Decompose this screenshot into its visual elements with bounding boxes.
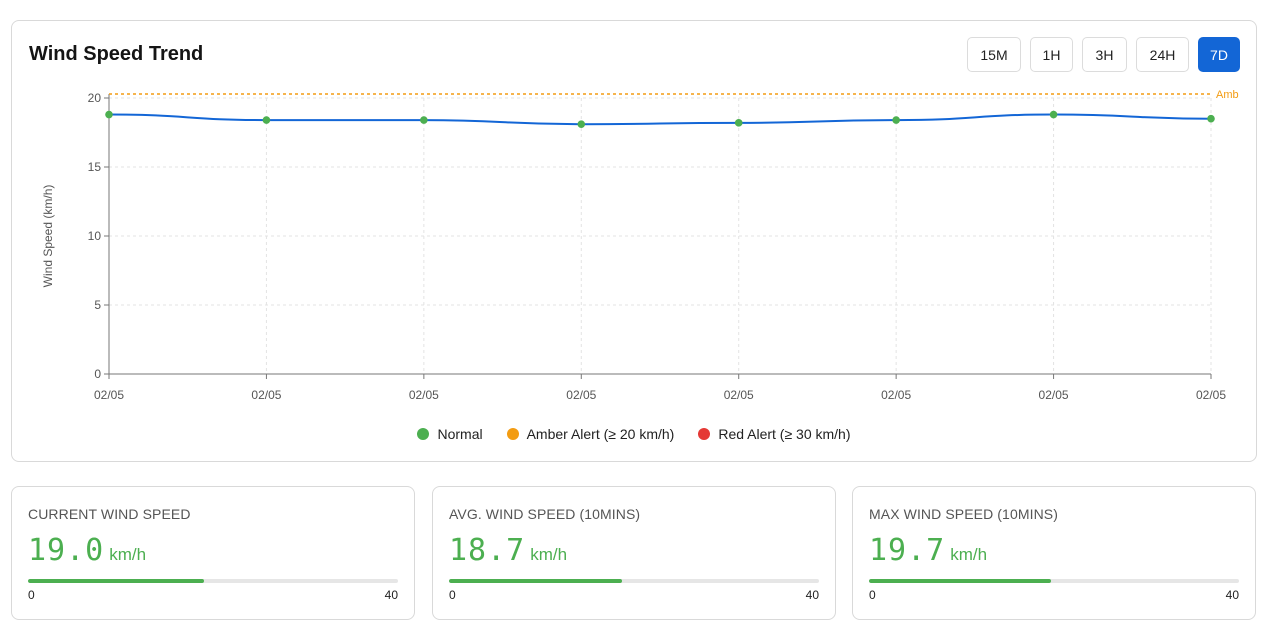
line-chart: 0 5 10 15 20 02/05 02/05 02/05 02/05 02/05 02/05 02… [41, 89, 1239, 402]
y-tick-label: 0 [94, 367, 101, 381]
legend-item-normal[interactable]: Normal [417, 426, 483, 442]
legend-label: Normal [437, 426, 483, 442]
wind-speed-trend-card: Wind Speed Trend 15M 1H 3H 24H 7D 0 5 10 15… [11, 20, 1257, 462]
range-min: 0 [28, 588, 35, 602]
red-dot-icon [698, 428, 711, 440]
range-min: 0 [869, 588, 876, 602]
progress-fill [449, 579, 622, 583]
y-tick-label: 5 [94, 298, 101, 312]
data-point [262, 116, 271, 124]
x-tick-label: 02/05 [1039, 388, 1069, 402]
data-point [577, 120, 586, 129]
x-tick-label: 02/05 [566, 388, 596, 402]
x-tick-label: 02/05 [409, 388, 439, 402]
stat-unit: km/h [950, 545, 988, 564]
range-min: 0 [449, 588, 456, 602]
normal-dot-icon [417, 428, 430, 440]
data-point [420, 116, 428, 124]
amber-dot-icon [506, 428, 519, 440]
stat-value: 19.7 [869, 533, 946, 568]
progress-track [869, 579, 1239, 583]
data-point [892, 116, 900, 124]
range-max: 40 [384, 588, 398, 602]
x-tick-label: 02/05 [1196, 388, 1226, 402]
x-tick-label: 02/05 [881, 388, 911, 402]
legend-label: Red Alert (≥ 30 km/h) [718, 426, 851, 442]
range-max: 40 [1225, 588, 1239, 602]
stat-value: 18.7 [449, 533, 526, 568]
avg-wind-speed-card: AVG. WIND SPEED (10MINS) 18.7 km/h 0 40 [432, 486, 836, 620]
stat-label: AVG. WIND SPEED (10MINS) [449, 506, 641, 522]
x-tick-label: 02/05 [94, 388, 124, 402]
stat-unit: km/h [109, 545, 147, 564]
legend-item-amber[interactable]: Amber Alert (≥ 20 km/h) [506, 426, 675, 442]
y-tick-label: 15 [88, 160, 102, 174]
progress-fill [28, 579, 204, 583]
progress-track [28, 579, 398, 583]
chart-legend: Normal Amber Alert (≥ 20 km/h) Red Alert… [12, 426, 1256, 442]
y-axis-label: Wind Speed (km/h) [41, 185, 55, 288]
y-tick-label: 20 [88, 91, 102, 105]
stat-value: 19.0 [28, 533, 105, 568]
data-point [1207, 114, 1215, 123]
progress-track [449, 579, 819, 583]
current-wind-speed-card: CURRENT WIND SPEED 19.0 km/h 0 40 [11, 486, 415, 620]
stat-unit: km/h [530, 545, 568, 564]
data-point [105, 110, 113, 119]
legend-item-red[interactable]: Red Alert (≥ 30 km/h) [698, 426, 851, 442]
stat-label: CURRENT WIND SPEED [28, 506, 191, 522]
threshold-label: Amb [1216, 89, 1239, 101]
max-wind-speed-card: MAX WIND SPEED (10MINS) 19.7 km/h 0 40 [852, 486, 1256, 620]
wind-speed-series-line [108, 113, 1212, 126]
data-point [1049, 110, 1058, 119]
y-tick-label: 10 [88, 229, 102, 243]
range-max: 40 [805, 588, 819, 602]
legend-label: Amber Alert (≥ 20 km/h) [526, 426, 675, 442]
progress-fill [869, 579, 1052, 583]
data-point [734, 119, 743, 127]
x-tick-label: 02/05 [251, 388, 281, 402]
x-tick-label: 02/05 [724, 388, 754, 402]
stat-label: MAX WIND SPEED (10MINS) [869, 506, 1058, 522]
